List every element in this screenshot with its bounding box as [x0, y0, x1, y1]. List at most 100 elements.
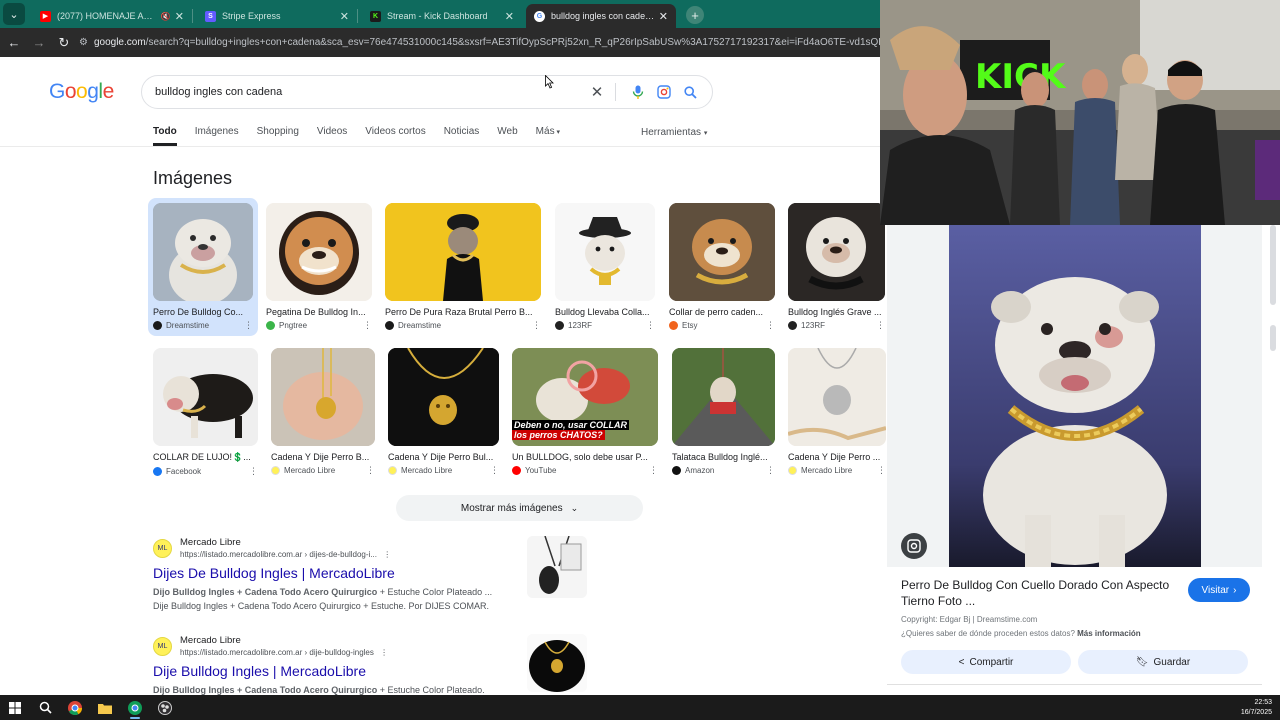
close-tab-icon[interactable]: ✕ [505, 10, 514, 23]
tab-todo[interactable]: Todo [153, 126, 177, 146]
scrollbar-thumb-secondary[interactable] [1270, 325, 1276, 351]
save-button[interactable]: 🔖︎ Guardar [1078, 650, 1248, 674]
tab-imágenes[interactable]: Imágenes [195, 126, 239, 146]
taskbar-search-icon[interactable] [30, 695, 60, 720]
scrollbar-thumb[interactable] [1270, 225, 1276, 305]
browser-tab-stripe[interactable]: S Stripe Express ✕ [197, 4, 357, 28]
address-bar[interactable]: ⚙ google.com /search?q=bulldog+ingles+co… [79, 32, 880, 54]
search-input[interactable]: bulldog ingles con cadena [154, 86, 581, 98]
image-result-7[interactable]: COLLAR DE LUJO!💲... Facebook ⋮ [153, 348, 258, 477]
back-arrow-icon[interactable]: ← [3, 32, 25, 54]
bulldog-sticker-image[interactable] [266, 203, 372, 301]
gold-pendant-photo[interactable] [388, 348, 499, 446]
image-result-4[interactable]: Bulldog Llevaba Colla... 123RF ⋮ [555, 203, 655, 331]
bulldog-standing-photo[interactable] [153, 348, 258, 446]
mercadolibre-icon: ML [153, 637, 172, 656]
image-result-8[interactable]: Cadena Y Dije Perro B... Mercado Libre ⋮ [271, 348, 375, 476]
result-thumbnail[interactable] [527, 634, 587, 692]
tab-noticias[interactable]: Noticias [444, 126, 480, 146]
more-info-link[interactable]: Más información [1077, 629, 1141, 638]
more-options-icon[interactable]: ⋮ [876, 320, 885, 331]
windows-start-icon[interactable] [0, 695, 30, 720]
browser-tab-youtube[interactable]: ▶ (2077) HOMENAJE AL LEO... 🔇 ✕ [32, 4, 192, 28]
image-result-11[interactable]: Talataca Bulldog Inglé... Amazon ⋮ [672, 348, 775, 476]
chrome-icon[interactable] [60, 695, 90, 720]
result-title-link[interactable]: Dije Bulldog Ingles | MercadoLibre [153, 663, 485, 679]
webcam-video-overlay: KICK [880, 0, 1280, 225]
file-explorer-icon[interactable] [90, 695, 120, 720]
more-options-icon[interactable]: ⋮ [363, 320, 372, 331]
show-more-images-button[interactable]: Mostrar más imágenes ⌄ [396, 495, 643, 521]
browser-tab-google[interactable]: G bulldog ingles con cadena - Bu... ✕ [526, 4, 676, 28]
result-site[interactable]: ML Mercado Libre https://listado.mercado… [153, 635, 485, 657]
more-options-icon[interactable]: ⋮ [877, 465, 886, 476]
overlay-line-2: los perros CHATOS? [512, 430, 605, 440]
forward-arrow-icon[interactable]: → [28, 32, 50, 54]
more-options-icon[interactable]: ⋮ [380, 648, 388, 657]
close-tab-icon[interactable]: ✕ [340, 10, 349, 23]
bulldog-hat-image[interactable] [555, 203, 655, 301]
reload-icon[interactable]: ↻ [53, 32, 75, 54]
snippet-rest: + Estuche Color Plateado ... [377, 587, 493, 597]
image-result-9[interactable]: Cadena Y Dije Perro Bul... Mercado Libre… [388, 348, 499, 476]
system-clock[interactable]: 22:53 16/7/2025 [1241, 698, 1272, 718]
google-lens-icon[interactable] [654, 82, 674, 102]
google-lens-icon[interactable] [901, 533, 927, 559]
image-result-12[interactable]: Cadena Y Dije Perro ... Mercado Libre ⋮ [788, 348, 886, 476]
tab-videos[interactable]: Videos [317, 126, 347, 146]
share-button[interactable]: < Compartir [901, 650, 1071, 674]
tab-title: Stream - Kick Dashboard [387, 11, 488, 21]
image-result-2[interactable]: Pegatina De Bulldog In... Pngtree ⋮ [266, 203, 372, 331]
close-tab-icon[interactable]: ✕ [659, 10, 668, 23]
image-caption: Perro De Bulldog Co... [153, 307, 244, 317]
mute-icon[interactable]: 🔇 [161, 12, 171, 21]
site-info-icon[interactable]: ⚙ [79, 37, 88, 48]
page-scrollbar[interactable] [1262, 225, 1280, 695]
more-options-icon[interactable]: ⋮ [366, 465, 375, 476]
bulldog-spiked-collar-photo[interactable] [788, 203, 885, 301]
car-ornament-photo[interactable] [672, 348, 775, 446]
result-title-link[interactable]: Dijes De Bulldog Ingles | MercadoLibre [153, 565, 492, 581]
more-options-icon[interactable]: ⋮ [649, 465, 658, 476]
close-tab-icon[interactable]: ✕ [175, 10, 184, 23]
search-box[interactable]: bulldog ingles con cadena ✕ [141, 75, 713, 109]
more-options-icon[interactable]: ⋮ [766, 320, 775, 331]
tab-más[interactable]: Más ▾ [536, 126, 560, 146]
more-options-icon[interactable]: ⋮ [766, 465, 775, 476]
tab-videos-cortos[interactable]: Videos cortos [365, 126, 425, 146]
tab-search-icon[interactable]: ⌄ [3, 3, 25, 25]
tab-web[interactable]: Web [497, 126, 517, 146]
more-options-icon[interactable]: ⋮ [244, 320, 253, 331]
silver-pendant-photo[interactable] [788, 348, 886, 446]
chrome-profile-icon[interactable] [120, 695, 150, 720]
youtube-thumbnail[interactable]: Deben o no, usar COLLAR los perros CHATO… [512, 348, 658, 446]
preview-title[interactable]: Perro De Bulldog Con Cuello Dorado Con A… [901, 577, 1171, 609]
browser-tab-kick[interactable]: K Stream - Kick Dashboard ✕ [362, 4, 522, 28]
more-options-icon[interactable]: ⋮ [249, 466, 258, 477]
more-options-icon[interactable]: ⋮ [646, 320, 655, 331]
result-site[interactable]: ML Mercado Libre https://listado.mercado… [153, 537, 492, 559]
bulldog-jacket-photo[interactable] [385, 203, 541, 301]
preview-image[interactable] [949, 225, 1201, 567]
tools-dropdown[interactable]: Herramientas ▾ [641, 127, 707, 138]
new-tab-button[interactable]: + [686, 6, 704, 24]
more-options-icon[interactable]: ⋮ [532, 320, 541, 331]
tab-shopping[interactable]: Shopping [257, 126, 299, 146]
image-result-5[interactable]: Collar de perro caden... Etsy ⋮ [669, 203, 775, 331]
image-result-1[interactable]: Perro De Bulldog Co... Dreamstime ⋮ [148, 198, 258, 336]
more-options-icon[interactable]: ⋮ [383, 550, 391, 559]
search-icon[interactable] [680, 82, 700, 102]
image-result-6[interactable]: Bulldog Inglés Grave ... 123RF ⋮ [788, 203, 885, 331]
bulldog-gold-collar-photo[interactable] [669, 203, 775, 301]
image-result-10[interactable]: Deben o no, usar COLLAR los perros CHATO… [512, 348, 658, 476]
obs-icon[interactable] [150, 695, 180, 720]
bulldog-chain-photo[interactable] [153, 203, 253, 301]
image-result-3[interactable]: Perro De Pura Raza Brutal Perro B... Dre… [385, 203, 541, 331]
google-logo[interactable]: Google [49, 80, 114, 104]
clear-icon[interactable]: ✕ [587, 82, 607, 102]
pendant-in-hand-photo[interactable] [271, 348, 375, 446]
visit-button[interactable]: Visitar › [1188, 578, 1250, 602]
result-thumbnail[interactable] [527, 536, 587, 598]
more-options-icon[interactable]: ⋮ [490, 465, 499, 476]
microphone-icon[interactable] [628, 82, 648, 102]
